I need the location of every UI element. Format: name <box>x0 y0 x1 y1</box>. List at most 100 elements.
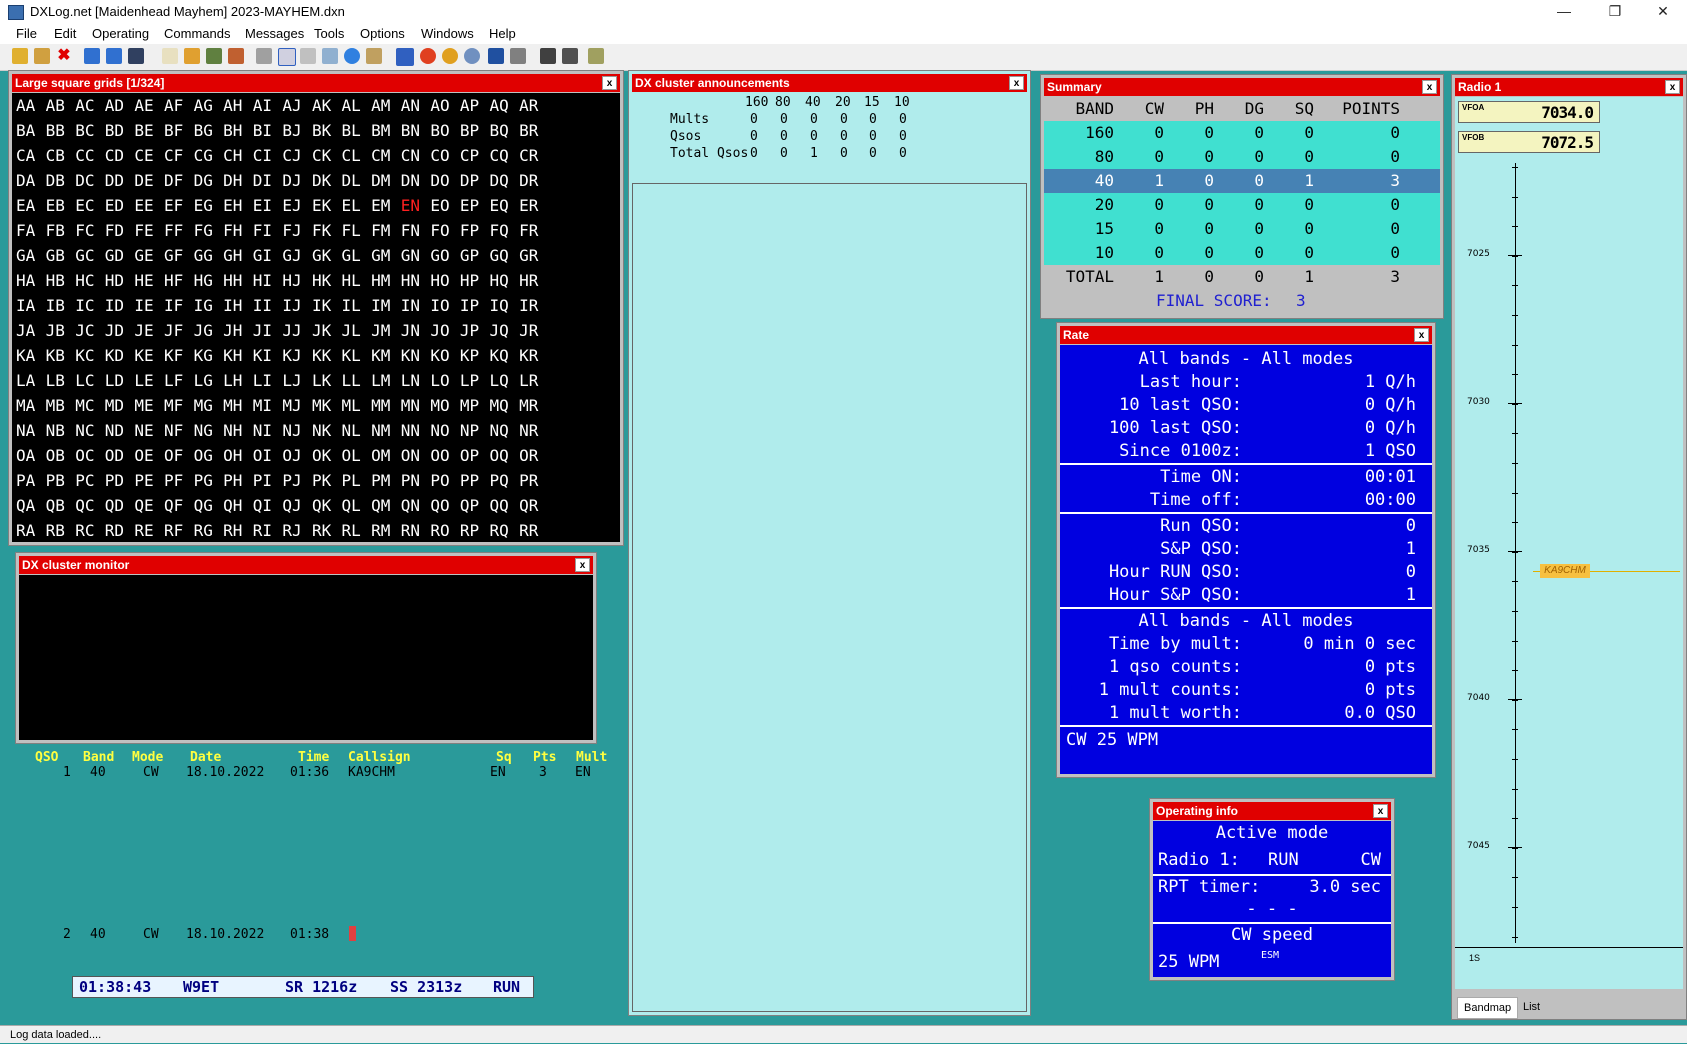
gear-icon[interactable] <box>510 48 526 64</box>
grid-square[interactable]: LI <box>253 371 283 390</box>
grid-square[interactable]: MB <box>46 396 76 415</box>
grid-square[interactable]: HK <box>312 271 342 290</box>
grid-square[interactable]: MQ <box>490 396 520 415</box>
open-folder-icon[interactable] <box>34 48 50 64</box>
grid-square[interactable]: DD <box>105 171 135 190</box>
close-icon[interactable]: x <box>1422 80 1437 94</box>
grid-square[interactable]: CF <box>164 146 194 165</box>
page-icon[interactable] <box>162 48 178 64</box>
grid-square[interactable]: MD <box>105 396 135 415</box>
grid-square[interactable]: GR <box>519 246 549 265</box>
grid-square[interactable]: AK <box>312 96 342 115</box>
grid-square[interactable]: PB <box>46 471 76 490</box>
grid-square[interactable]: LR <box>519 371 549 390</box>
grid-square[interactable]: IO <box>430 296 460 315</box>
grid-square[interactable]: HB <box>46 271 76 290</box>
grid-square[interactable]: JG <box>194 321 224 340</box>
grid-square[interactable]: KL <box>342 346 372 365</box>
grid-square[interactable]: LP <box>460 371 490 390</box>
grid-square[interactable]: AM <box>371 96 401 115</box>
tab-bandmap[interactable]: Bandmap <box>1457 997 1519 1019</box>
grid-square[interactable]: FF <box>164 221 194 240</box>
grid-square[interactable]: IG <box>194 296 224 315</box>
grid-square[interactable]: IK <box>312 296 342 315</box>
grid-square[interactable]: FE <box>134 221 164 240</box>
grid-square[interactable]: QJ <box>282 496 312 515</box>
grid-square[interactable]: FI <box>253 221 283 240</box>
grid-square[interactable]: PP <box>460 471 490 490</box>
grid-square[interactable]: GL <box>342 246 372 265</box>
grid-square[interactable]: AG <box>194 96 224 115</box>
grid-square[interactable]: DB <box>46 171 76 190</box>
grid-square[interactable]: EA <box>16 196 46 215</box>
grid-square[interactable]: BL <box>342 121 372 140</box>
grid-square[interactable]: PC <box>75 471 105 490</box>
grid-square[interactable]: KD <box>105 346 135 365</box>
grid-square[interactable]: LE <box>134 371 164 390</box>
grid-square[interactable]: BH <box>223 121 253 140</box>
menu-commands[interactable]: Commands <box>164 26 230 41</box>
grid-square[interactable]: OK <box>312 446 342 465</box>
world-icon[interactable] <box>464 48 480 64</box>
grid-square[interactable]: FG <box>194 221 224 240</box>
grid-square[interactable]: QR <box>519 496 549 515</box>
grid-square[interactable]: HC <box>75 271 105 290</box>
grid-square[interactable]: PI <box>253 471 283 490</box>
grid-square[interactable]: PH <box>223 471 253 490</box>
grid-square[interactable]: AH <box>223 96 253 115</box>
grid-square[interactable]: JD <box>105 321 135 340</box>
grid-square[interactable]: MF <box>164 396 194 415</box>
grid-square[interactable]: FC <box>75 221 105 240</box>
grid-square[interactable]: RH <box>223 521 253 540</box>
grid-square[interactable]: NA <box>16 421 46 440</box>
grid-square[interactable]: IQ <box>490 296 520 315</box>
grid-square[interactable]: OG <box>194 446 224 465</box>
grid-square[interactable]: LC <box>75 371 105 390</box>
grid-square[interactable]: MO <box>430 396 460 415</box>
grid-square[interactable]: JN <box>401 321 431 340</box>
image-icon[interactable] <box>206 48 222 64</box>
grid-square[interactable]: JC <box>75 321 105 340</box>
grid-square[interactable]: CQ <box>490 146 520 165</box>
grid-square[interactable]: OC <box>75 446 105 465</box>
grid-square[interactable]: ML <box>342 396 372 415</box>
dx-monitor-output[interactable] <box>19 575 593 740</box>
grid-square[interactable]: NE <box>134 421 164 440</box>
grid-square[interactable]: KF <box>164 346 194 365</box>
menu-messages[interactable]: Messages <box>245 26 304 41</box>
grid-square[interactable]: CD <box>105 146 135 165</box>
grid-square[interactable]: LF <box>164 371 194 390</box>
tool-icon[interactable] <box>128 48 144 64</box>
grid-square[interactable]: FH <box>223 221 253 240</box>
grid-square[interactable]: EB <box>46 196 76 215</box>
entry-mode[interactable]: CW <box>143 927 159 942</box>
grid-square[interactable]: ME <box>134 396 164 415</box>
grid-square[interactable]: DP <box>460 171 490 190</box>
grid-square[interactable]: NC <box>75 421 105 440</box>
grid-square[interactable]: CP <box>460 146 490 165</box>
grid-square[interactable]: MC <box>75 396 105 415</box>
grid-square[interactable]: RQ <box>490 521 520 540</box>
grid-square[interactable]: BE <box>134 121 164 140</box>
grid-square[interactable]: QG <box>194 496 224 515</box>
grid-square[interactable]: RE <box>134 521 164 540</box>
grid-square[interactable]: HP <box>460 271 490 290</box>
grid-square[interactable]: HE <box>134 271 164 290</box>
grid-square[interactable]: AJ <box>282 96 312 115</box>
grid-square[interactable]: BI <box>253 121 283 140</box>
grid-square[interactable]: HF <box>164 271 194 290</box>
grid-square[interactable]: BD <box>105 121 135 140</box>
grid-square[interactable]: PR <box>519 471 549 490</box>
grid-square[interactable]: CC <box>75 146 105 165</box>
grid-square[interactable]: HG <box>194 271 224 290</box>
grid-square[interactable]: GH <box>223 246 253 265</box>
person-icon[interactable] <box>228 48 244 64</box>
grid-square[interactable]: RM <box>371 521 401 540</box>
grid-square[interactable]: GN <box>401 246 431 265</box>
grid-square[interactable]: DM <box>371 171 401 190</box>
grid-square[interactable]: NN <box>401 421 431 440</box>
grid-square[interactable]: DG <box>194 171 224 190</box>
grid-square[interactable]: AR <box>519 96 549 115</box>
grid-square[interactable]: GO <box>430 246 460 265</box>
grid-square[interactable]: CI <box>253 146 283 165</box>
